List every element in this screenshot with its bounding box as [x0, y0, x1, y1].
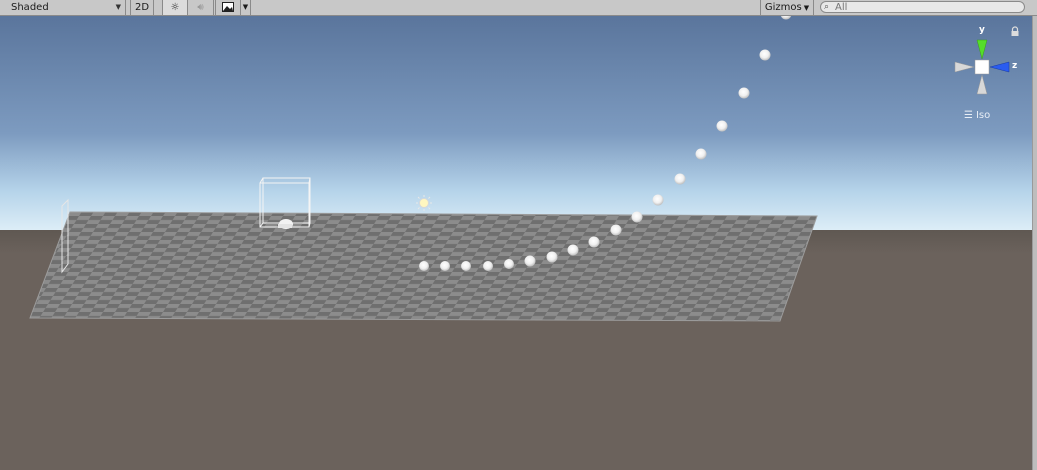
gizmos-label: Gizmos — [764, 2, 802, 13]
scene-toolbar: Shaded ▼ 2D ☼ 🔊︎ ▼ Gizmos ▼ ⌕ — [0, 0, 1037, 16]
projection-label: Iso — [975, 110, 991, 121]
effects-dropdown-arrow[interactable]: ▼ — [241, 0, 251, 15]
shading-mode-label: Shaded — [11, 2, 49, 13]
neg-y-axis-cone — [976, 74, 988, 95]
vertical-scrollbar[interactable] — [1032, 16, 1037, 470]
lock-icon[interactable] — [1010, 26, 1020, 37]
dropdown-arrow-icon: ▼ — [803, 4, 810, 12]
projection-toggle[interactable]: ☰ Iso — [964, 110, 990, 121]
z-axis-cone — [989, 61, 1010, 73]
sphere — [759, 49, 771, 61]
y-axis-label: y — [979, 25, 985, 35]
sphere — [483, 261, 493, 271]
sphere — [546, 251, 558, 263]
sphere — [631, 211, 643, 223]
sphere — [524, 255, 536, 267]
sphere — [695, 148, 707, 160]
hierarchy-search[interactable]: ⌕ — [820, 1, 1025, 13]
scene-lighting-toggle[interactable]: ☼ — [162, 0, 188, 15]
sphere — [440, 261, 450, 271]
x-axis-cone — [954, 61, 975, 73]
menu-lines-icon: ☰ — [964, 110, 973, 121]
scene-viewport[interactable]: y z ☰ Iso — [0, 16, 1032, 470]
sphere — [461, 261, 471, 271]
y-axis-cone — [976, 39, 988, 60]
sphere — [652, 194, 664, 206]
scene-effects-toggle[interactable] — [215, 0, 241, 15]
search-icon: ⌕ — [824, 2, 830, 12]
2d-mode-toggle[interactable]: 2D — [130, 0, 154, 15]
sphere — [504, 259, 514, 269]
sky — [0, 16, 1032, 230]
shading-mode-dropdown[interactable]: Shaded ▼ — [0, 0, 126, 15]
sphere — [610, 224, 622, 236]
speaker-icon: 🔊︎ — [197, 2, 204, 13]
sphere — [716, 120, 728, 132]
scene-view-window: Shaded ▼ 2D ☼ 🔊︎ ▼ Gizmos ▼ ⌕ All y z ☰ … — [0, 0, 1037, 470]
z-axis-label: z — [1012, 61, 1018, 71]
sphere — [674, 173, 686, 185]
image-icon — [222, 2, 234, 12]
search-input[interactable] — [835, 2, 1015, 12]
gizmos-dropdown[interactable]: Gizmos ▼ — [760, 0, 814, 15]
sphere — [588, 236, 600, 248]
sphere — [419, 261, 429, 271]
scene-audio-toggle[interactable]: 🔊︎ — [188, 0, 214, 15]
cube-ball-base — [278, 224, 292, 228]
sphere — [567, 244, 579, 256]
dropdown-arrow-icon: ▼ — [115, 3, 121, 11]
scene-canvas — [0, 16, 1032, 470]
sun-icon: ☼ — [170, 2, 180, 13]
sphere — [738, 87, 750, 99]
gizmo-center-cube — [974, 59, 990, 75]
